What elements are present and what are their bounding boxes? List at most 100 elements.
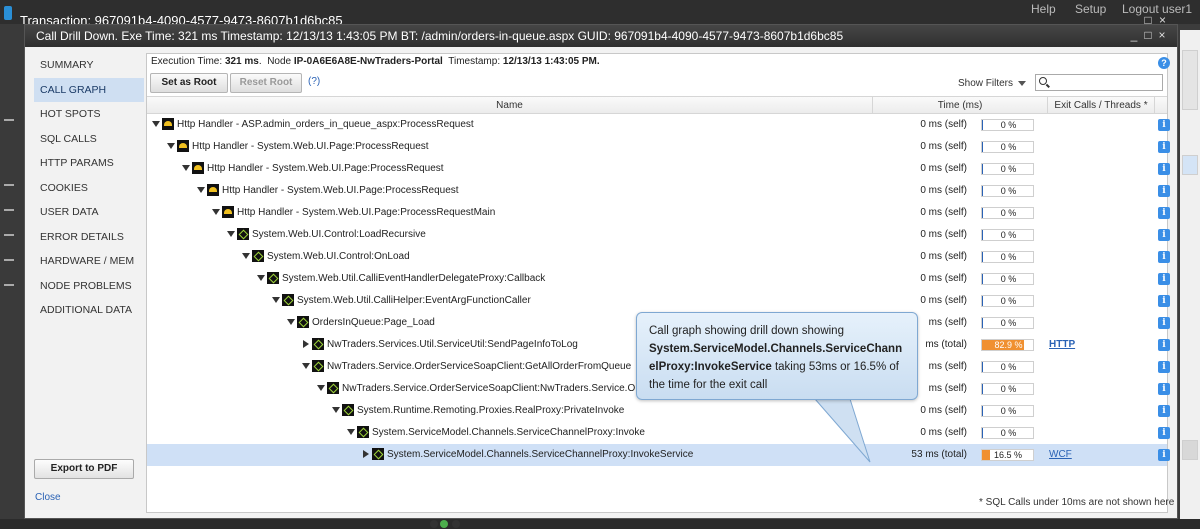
sidebar-item-hot-spots[interactable]: HOT SPOTS: [34, 102, 144, 127]
info-icon[interactable]: i: [1158, 163, 1170, 175]
table-row[interactable]: System.Web.Util.CalliEventHandlerDelegat…: [147, 268, 1170, 290]
info-icon[interactable]: i: [1158, 229, 1170, 241]
table-row[interactable]: System.Web.Util.CalliHelper:EventArgFunc…: [147, 290, 1170, 312]
table-row[interactable]: Http Handler - System.Web.UI.Page:Proces…: [147, 158, 1170, 180]
table-row[interactable]: System.Web.UI.Control:LoadRecursive 0 ms …: [147, 224, 1170, 246]
sidebar-item-node-problems[interactable]: NODE PROBLEMS: [34, 274, 144, 299]
info-icon[interactable]: i: [1158, 295, 1170, 307]
export-to-pdf-button[interactable]: Export to PDF: [34, 459, 134, 479]
call-node[interactable]: NwTraders.Services.Util.ServiceUtil:Send…: [302, 334, 578, 356]
call-node[interactable]: Http Handler - ASP.admin_orders_in_queue…: [152, 114, 474, 136]
collapse-triangle-icon[interactable]: [287, 319, 295, 326]
collapse-triangle-icon[interactable]: [257, 275, 265, 282]
help-icon[interactable]: ?: [1158, 57, 1170, 69]
column-name[interactable]: Name: [147, 97, 873, 114]
collapse-triangle-icon[interactable]: [242, 253, 250, 260]
call-node[interactable]: System.ServiceModel.Channels.ServiceChan…: [362, 444, 693, 466]
table-row[interactable]: System.Web.UI.Control:OnLoad 0 ms (self) 0…: [147, 246, 1170, 268]
info-icon[interactable]: i: [1158, 361, 1170, 373]
collapse-triangle-icon[interactable]: [197, 187, 205, 194]
call-node[interactable]: System.ServiceModel.Channels.ServiceChan…: [347, 422, 645, 444]
method-icon: [267, 272, 279, 285]
call-node[interactable]: System.Web.Util.CalliHelper:EventArgFunc…: [272, 290, 531, 312]
collapse-triangle-icon[interactable]: [317, 385, 325, 392]
call-node[interactable]: NwTraders.Service.OrderServiceSoapClient…: [302, 356, 631, 378]
table-row[interactable]: Http Handler - ASP.admin_orders_in_queue…: [147, 114, 1170, 136]
sidebar-item-additional-data[interactable]: ADDITIONAL DATA: [34, 298, 144, 323]
sidebar-item-user-data[interactable]: USER DATA: [34, 200, 144, 225]
call-node[interactable]: Http Handler - System.Web.UI.Page:Proces…: [197, 180, 459, 202]
show-filters-toggle[interactable]: Show Filters: [958, 78, 1026, 89]
collapse-triangle-icon[interactable]: [347, 429, 355, 436]
search-box[interactable]: [1035, 74, 1163, 91]
collapse-triangle-icon[interactable]: [212, 209, 220, 216]
time-percent-bar: 0 %: [981, 185, 1034, 197]
table-row[interactable]: System.ServiceModel.Channels.ServiceChan…: [147, 444, 1170, 466]
time-percent-bar: 0 %: [981, 163, 1034, 175]
sidebar-item-summary[interactable]: SUMMARY: [34, 53, 144, 78]
maximize-icon[interactable]: □: [1141, 28, 1155, 42]
root-help-link[interactable]: (?): [308, 76, 320, 87]
call-node[interactable]: OrdersInQueue:Page_Load: [287, 312, 435, 334]
table-row[interactable]: System.Runtime.Remoting.Proxies.RealProx…: [147, 400, 1170, 422]
column-exit-calls[interactable]: Exit Calls / Threads *: [1048, 97, 1155, 114]
call-node[interactable]: Http Handler - System.Web.UI.Page:Proces…: [167, 136, 429, 158]
time-percent-bar: 0 %: [981, 251, 1034, 263]
info-icon[interactable]: i: [1158, 207, 1170, 219]
table-row[interactable]: Http Handler - System.Web.UI.Page:Proces…: [147, 202, 1170, 224]
collapse-triangle-icon[interactable]: [182, 165, 190, 172]
info-icon[interactable]: i: [1158, 449, 1170, 461]
sidebar-item-cookies[interactable]: COOKIES: [34, 176, 144, 201]
expand-triangle-icon[interactable]: [303, 340, 309, 349]
exit-call-link[interactable]: WCF: [1049, 444, 1072, 466]
info-icon[interactable]: i: [1158, 317, 1170, 329]
background-titlebar: Transaction: 967091b4-4090-4577-9473-860…: [0, 0, 1200, 28]
collapse-triangle-icon[interactable]: [272, 297, 280, 304]
call-node[interactable]: Http Handler - System.Web.UI.Page:Proces…: [212, 202, 495, 224]
search-icon: [1039, 77, 1047, 85]
call-node[interactable]: System.Runtime.Remoting.Proxies.RealProx…: [332, 400, 624, 422]
call-node-label: Http Handler - System.Web.UI.Page:Proces…: [207, 163, 444, 174]
info-icon[interactable]: i: [1158, 119, 1170, 131]
info-icon[interactable]: i: [1158, 405, 1170, 417]
call-node[interactable]: System.Web.UI.Control:LoadRecursive: [227, 224, 426, 246]
call-node[interactable]: System.Web.Util.CalliEventHandlerDelegat…: [257, 268, 545, 290]
minimize-icon[interactable]: _: [1127, 28, 1141, 42]
collapse-triangle-icon[interactable]: [302, 363, 310, 370]
info-icon[interactable]: i: [1158, 383, 1170, 395]
call-node[interactable]: NwTraders.Service.OrderServiceSoapClient…: [317, 378, 635, 400]
menu-setup[interactable]: Setup: [1075, 2, 1106, 16]
collapse-triangle-icon[interactable]: [167, 143, 175, 150]
sidebar-item-hardware-mem[interactable]: HARDWARE / MEM: [34, 249, 144, 274]
collapse-triangle-icon[interactable]: [332, 407, 340, 414]
sidebar-item-http-params[interactable]: HTTP PARAMS: [34, 151, 144, 176]
info-icon[interactable]: i: [1158, 339, 1170, 351]
info-icon[interactable]: i: [1158, 251, 1170, 263]
table-row[interactable]: Http Handler - System.Web.UI.Page:Proces…: [147, 180, 1170, 202]
table-row[interactable]: System.ServiceModel.Channels.ServiceChan…: [147, 422, 1170, 444]
close-icon[interactable]: ×: [1155, 28, 1169, 42]
info-icon[interactable]: i: [1158, 273, 1170, 285]
table-row[interactable]: Http Handler - System.Web.UI.Page:Proces…: [147, 136, 1170, 158]
info-icon[interactable]: i: [1158, 185, 1170, 197]
info-icon[interactable]: i: [1158, 141, 1170, 153]
close-link[interactable]: Close: [35, 492, 61, 503]
time-percent-bar: 0 %: [981, 383, 1034, 395]
reset-root-button[interactable]: Reset Root: [230, 73, 302, 93]
sidebar-item-sql-calls[interactable]: SQL CALLS: [34, 127, 144, 152]
sidebar-item-call-graph[interactable]: CALL GRAPH: [34, 77, 144, 102]
search-input[interactable]: [1050, 75, 1160, 90]
call-node[interactable]: System.Web.UI.Control:OnLoad: [242, 246, 410, 268]
expand-triangle-icon[interactable]: [363, 450, 369, 459]
menu-help[interactable]: Help: [1031, 2, 1056, 16]
exit-call-link[interactable]: HTTP: [1049, 334, 1075, 356]
call-node[interactable]: Http Handler - System.Web.UI.Page:Proces…: [182, 158, 444, 180]
time-percent-bar: 16.5 %: [981, 449, 1034, 461]
info-icon[interactable]: i: [1158, 427, 1170, 439]
collapse-triangle-icon[interactable]: [152, 121, 160, 128]
sidebar-item-error-details[interactable]: ERROR DETAILS: [34, 225, 144, 250]
set-as-root-button[interactable]: Set as Root: [150, 73, 228, 93]
method-icon: [357, 426, 369, 439]
collapse-triangle-icon[interactable]: [227, 231, 235, 238]
column-time[interactable]: Time (ms): [873, 97, 1048, 114]
